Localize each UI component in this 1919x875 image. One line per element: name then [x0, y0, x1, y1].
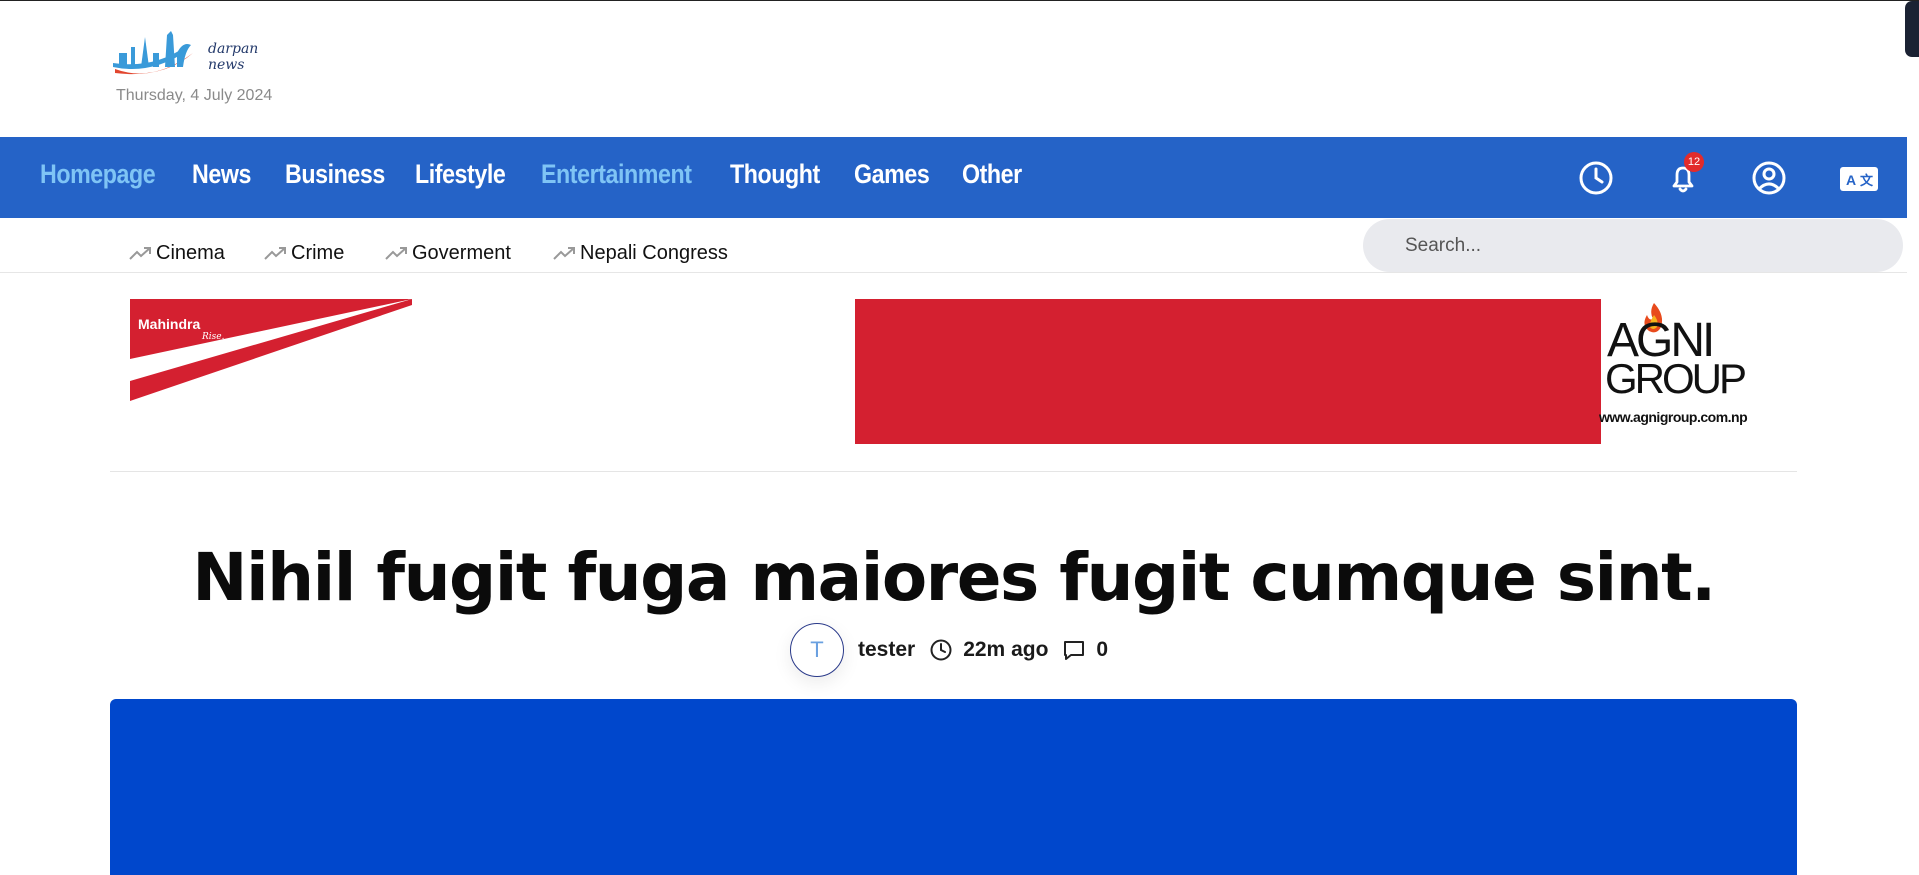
nav-item-thought[interactable]: Thought — [730, 159, 820, 190]
site-logo[interactable]: darpan news — [113, 23, 293, 81]
comment-icon[interactable] — [1062, 638, 1086, 662]
user-account-icon[interactable] — [1750, 159, 1788, 197]
nav-item-news[interactable]: News — [192, 159, 251, 190]
clock-icon[interactable] — [1577, 159, 1615, 197]
scrollbar-thumb[interactable] — [1905, 1, 1919, 57]
agni-logo-bottom: GROUP — [1605, 355, 1747, 402]
mahindra-ad-graphic: Mahindra Rise. — [130, 299, 412, 401]
clock-icon — [929, 638, 953, 662]
nav-item-lifestyle[interactable]: Lifestyle — [415, 159, 506, 190]
language-translate-icon[interactable]: A 文 — [1838, 159, 1880, 197]
ad-banner-mahindra[interactable]: Mahindra Rise. — [130, 299, 412, 401]
svg-text:A: A — [1846, 172, 1856, 188]
logo-text: darpan news — [208, 41, 259, 73]
svg-text:文: 文 — [1860, 173, 1874, 189]
subnav-divider — [0, 272, 1907, 273]
trending-up-icon — [129, 247, 151, 260]
main-navbar: Homepage News Business Lifestyle Enterta… — [0, 137, 1907, 218]
trending-up-icon — [553, 247, 575, 260]
nav-item-entertainment[interactable]: Entertainment — [541, 159, 692, 190]
agni-url: www.agnigroup.com.np — [1599, 409, 1748, 425]
article-hero-image — [110, 699, 1797, 875]
article-time-ago: 22m ago — [963, 638, 1049, 661]
author-avatar[interactable]: T — [790, 623, 844, 677]
trending-tag-label: Nepali Congress — [580, 241, 728, 264]
ad-agni-group[interactable]: AGNI GROUP www.agnigroup.com.np — [1599, 299, 1769, 429]
article-meta: T tester 22m ago 0 — [790, 623, 1108, 677]
current-date: Thursday, 4 July 2024 — [116, 87, 273, 104]
trending-tag-label: Goverment — [412, 241, 511, 264]
nav-item-other[interactable]: Other — [962, 159, 1022, 190]
nav-item-business[interactable]: Business — [285, 159, 385, 190]
search-input[interactable] — [1363, 219, 1903, 272]
mahindra-brand: Mahindra — [138, 316, 200, 332]
trending-up-icon — [264, 247, 286, 260]
trending-tag-cinema[interactable]: Cinema — [128, 239, 225, 267]
article-title: Nihil fugit fuga maiores fugit cumque si… — [192, 539, 1716, 616]
mahindra-tagline: Rise. — [201, 332, 225, 342]
page: darpan news Thursday, 4 July 2024 Homepa… — [0, 0, 1919, 875]
ad-banner-red[interactable] — [855, 299, 1601, 444]
trending-tag-goverment[interactable]: Goverment — [384, 239, 511, 267]
trending-up-icon — [385, 247, 407, 260]
trending-tag-crime[interactable]: Crime — [263, 239, 344, 267]
trending-tag-label: Cinema — [156, 241, 225, 264]
comment-count[interactable]: 0 — [1096, 638, 1108, 662]
author-name[interactable]: tester — [858, 638, 915, 662]
nav-item-games[interactable]: Games — [854, 159, 930, 190]
ads-divider — [110, 471, 1797, 472]
nav-item-homepage[interactable]: Homepage — [40, 159, 156, 190]
notification-badge: 12 — [1684, 152, 1704, 172]
trending-tag-label: Crime — [291, 241, 345, 264]
trending-tag-nepali-congress[interactable]: Nepali Congress — [552, 239, 728, 267]
logo-skyline-icon — [113, 31, 193, 75]
